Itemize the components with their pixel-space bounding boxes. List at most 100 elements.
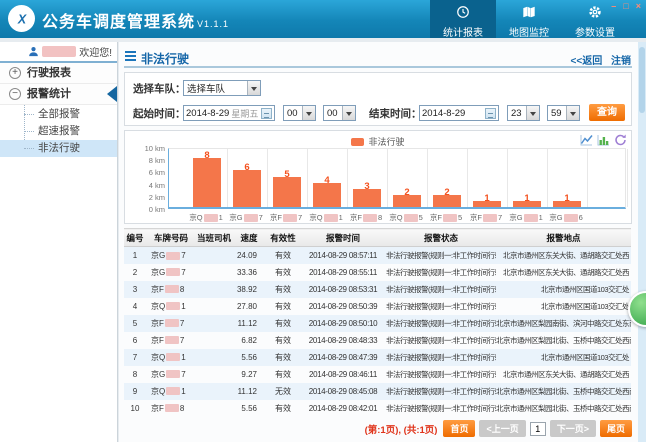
chart-legend: 非法行驶	[125, 135, 631, 148]
bar-value-label: 1	[553, 193, 581, 204]
fleet-select[interactable]: 选择车队	[183, 80, 261, 96]
gridline	[307, 149, 308, 207]
collapse-minus-icon[interactable]: −	[9, 88, 21, 100]
bar-value-label: 8	[193, 150, 221, 161]
next-page-button[interactable]: 下一页>	[550, 420, 596, 437]
cell-driver	[196, 281, 232, 298]
logout-link[interactable]: 注销	[611, 56, 631, 67]
cell-plate: 京F7	[146, 332, 196, 349]
table-row[interactable]: 2京G733.36有效2014-08-29 08:55:11非法行驶报警(规则一…	[124, 264, 631, 281]
page-title: 非法行驶	[141, 50, 189, 67]
chart-bar[interactable]	[233, 170, 261, 207]
chevron-down-icon	[566, 106, 579, 120]
active-group-arrow	[107, 86, 117, 102]
cell-status: 非法行驶报警(规则一:非工作时间行驶)	[386, 315, 496, 332]
table-row[interactable]: 1京G724.09有效2014-08-29 08:57:11非法行驶报警(规则一…	[124, 247, 631, 264]
minimize-icon[interactable]: –	[611, 1, 616, 11]
sidebar-item-driving-report[interactable]: + 行驶报表	[0, 63, 117, 84]
column-header: 车牌号码	[146, 229, 196, 247]
calendar-icon[interactable]	[261, 108, 272, 119]
sidebar-item-speeding-alarms[interactable]: 超速报警	[0, 123, 117, 140]
cell-plate: 京F8	[146, 400, 196, 417]
redaction	[166, 370, 180, 378]
cell-no: 1	[124, 247, 146, 264]
table-row[interactable]: 10京F85.56有效2014-08-29 08:42:01非法行驶报警(规则一…	[124, 400, 631, 417]
sidebar-item-illegal-driving[interactable]: 非法行驶	[0, 140, 117, 157]
sidebar-item-alarm-stats[interactable]: − 报警统计	[0, 84, 117, 105]
x-tick-label: 京Q1	[304, 212, 348, 223]
end-hour-select[interactable]: 23	[507, 105, 540, 121]
x-tick-label: 京F7	[264, 212, 308, 223]
page-number-input[interactable]	[530, 422, 546, 436]
column-header: 有效性	[266, 229, 300, 247]
end-date-input[interactable]: 2014-8-29	[419, 105, 499, 121]
sidebar-item-all-alarms[interactable]: 全部报警	[0, 106, 117, 123]
nav-button-stats-report[interactable]: 统计报表	[430, 0, 496, 38]
table-row[interactable]: 7京Q15.56有效2014-08-29 08:47:39非法行驶报警(规则一:…	[124, 349, 631, 366]
fleet-label: 选择车队：	[133, 81, 186, 96]
cell-no: 10	[124, 400, 146, 417]
column-header: 编号	[124, 229, 146, 247]
x-tick-label: 京F5	[424, 212, 468, 223]
table-row[interactable]: 6京F76.82有效2014-08-29 08:48:33非法行驶报警(规则一:…	[124, 332, 631, 349]
chevron-down-icon	[247, 81, 260, 95]
scrollbar[interactable]	[638, 42, 646, 442]
cell-location: 北京市通州区梨园北街、玉桥中路交汇处西南413米北京市	[496, 383, 631, 400]
first-page-button[interactable]: 首页	[443, 420, 475, 437]
gridline	[387, 149, 388, 207]
y-tick-label: 2 km	[127, 193, 165, 202]
redaction	[244, 214, 258, 222]
bar-value-label: 2	[433, 187, 461, 198]
chart-bar[interactable]	[273, 177, 301, 208]
window-controls: – □ ×	[611, 1, 641, 11]
back-link[interactable]: <<返回	[571, 56, 603, 67]
cell-status: 非法行驶报警(规则一:非工作时间行驶)	[386, 264, 496, 281]
cell-speed: 5.56	[232, 349, 266, 366]
cell-speed: 9.27	[232, 366, 266, 383]
start-date-input[interactable]: 2014-8-29 星期五	[183, 105, 275, 121]
end-minute-select[interactable]: 59	[547, 105, 580, 121]
start-hour-select[interactable]: 00	[283, 105, 316, 121]
cell-valid: 有效	[266, 264, 300, 281]
table-row[interactable]: 8京G79.27有效2014-08-29 08:46:11非法行驶报警(规则一:…	[124, 366, 631, 383]
scrollbar-thumb[interactable]	[639, 47, 645, 113]
table-row[interactable]: 3京F838.92有效2014-08-29 08:53:31非法行驶报警(规则一…	[124, 281, 631, 298]
cell-location: 北京市通州区梨园南街、滨河中路交汇处东南917米通州	[496, 315, 631, 332]
cell-time: 2014-08-29 08:50:39	[300, 298, 386, 315]
gridline	[227, 149, 228, 207]
cell-driver	[196, 247, 232, 264]
top-nav: 统计报表地图监控参数设置	[430, 0, 628, 38]
cell-driver	[196, 383, 232, 400]
page-head: 非法行驶 <<返回 注销	[124, 48, 632, 68]
cell-valid: 有效	[266, 298, 300, 315]
expand-plus-icon[interactable]: +	[9, 67, 21, 79]
x-tick-label: 京G7	[224, 212, 268, 223]
last-page-button[interactable]: 尾页	[600, 420, 632, 437]
table-row[interactable]: 4京Q127.80有效2014-08-29 08:50:39非法行驶报警(规则一…	[124, 298, 631, 315]
alarm-table: 编号车牌号码当班司机速度有效性报警时间报警状态报警地点 1京G724.09有效2…	[124, 228, 631, 417]
welcome-text: 欢迎您!	[79, 44, 112, 59]
nav-label: 参数设置	[562, 24, 628, 39]
close-icon[interactable]: ×	[636, 1, 641, 11]
column-header: 当班司机	[196, 229, 232, 247]
nav-button-map-monitor[interactable]: 地图监控	[496, 0, 562, 38]
bar-value-label: 4	[313, 175, 341, 186]
nav-label: 地图监控	[496, 24, 562, 39]
table-row[interactable]: 5京F711.12有效2014-08-29 08:50:10非法行驶报警(规则一…	[124, 315, 631, 332]
maximize-icon[interactable]: □	[623, 1, 628, 11]
table-row[interactable]: 9京Q111.12无效2014-08-29 08:45:08非法行驶报警(规则一…	[124, 383, 631, 400]
chart-bar[interactable]	[193, 158, 221, 207]
cell-valid: 有效	[266, 400, 300, 417]
search-button[interactable]: 查询	[589, 104, 625, 121]
cell-no: 4	[124, 298, 146, 315]
app-header: X 公务车调度管理系统V1.1.1 统计报表地图监控参数设置 – □ ×	[0, 0, 646, 38]
pagination: (第:1页), (共:1页) 首页 <上一页 下一页> 尾页	[124, 421, 632, 437]
chart-bar[interactable]	[313, 183, 341, 207]
cell-status: 非法行驶报警(规则一:非工作时间行驶)	[386, 400, 496, 417]
start-minute-select[interactable]: 00	[323, 105, 356, 121]
chevron-down-icon	[342, 106, 355, 120]
prev-page-button[interactable]: <上一页	[479, 420, 525, 437]
gridline	[507, 149, 508, 207]
calendar-icon[interactable]	[485, 108, 496, 119]
cell-no: 3	[124, 281, 146, 298]
